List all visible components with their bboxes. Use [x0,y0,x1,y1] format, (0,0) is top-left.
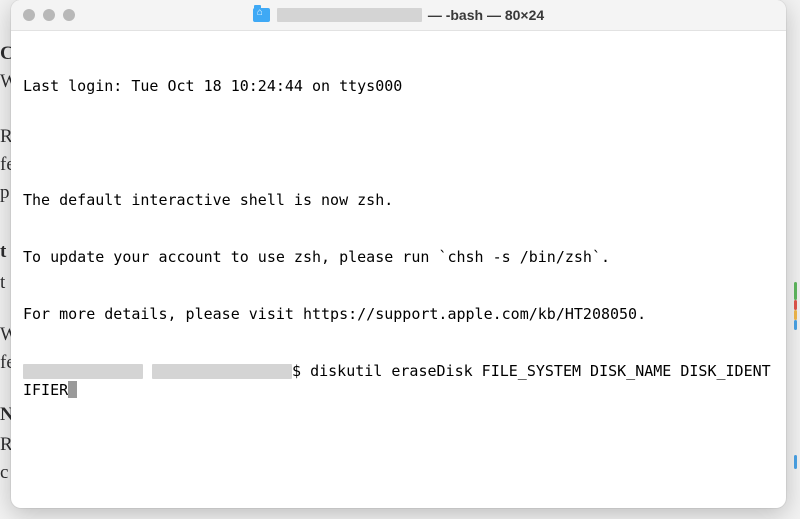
zsh-msg-line: For more details, please visit https://s… [23,305,778,324]
zsh-msg-line: To update your account to use zsh, pleas… [23,248,778,267]
zsh-msg-line: The default interactive shell is now zsh… [23,191,778,210]
bg-accent [794,455,797,469]
bg-accent [794,320,797,330]
bg-accent [794,300,797,310]
title-suffix: — -bash — 80×24 [428,7,544,23]
blank-line [23,134,778,153]
titlebar[interactable]: — -bash — 80×24 [11,0,786,31]
prompt-redacted-user [152,364,292,379]
bg-accent [794,282,797,300]
folder-icon [253,8,270,22]
bg-accent [794,310,797,320]
terminal-content[interactable]: Last login: Tue Oct 18 10:24:44 on ttys0… [11,31,786,508]
close-icon[interactable] [23,9,35,21]
bg-char: t [0,268,5,298]
prompt-redacted-host [23,364,143,379]
title-redacted-user [277,8,422,22]
bg-char: c [0,458,8,488]
prompt-separator: $ [292,362,301,380]
cursor-icon [68,381,77,398]
prompt-line: $ diskutil eraseDisk FILE_SYSTEM DISK_NA… [23,362,778,400]
bg-char: t [0,237,6,267]
zoom-icon[interactable] [63,9,75,21]
bg-char: p [0,178,10,208]
traffic-lights [11,9,75,21]
last-login-line: Last login: Tue Oct 18 10:24:44 on ttys0… [23,77,778,96]
window-title: — -bash — 80×24 [11,7,786,23]
minimize-icon[interactable] [43,9,55,21]
terminal-window: — -bash — 80×24 Last login: Tue Oct 18 1… [11,0,786,508]
